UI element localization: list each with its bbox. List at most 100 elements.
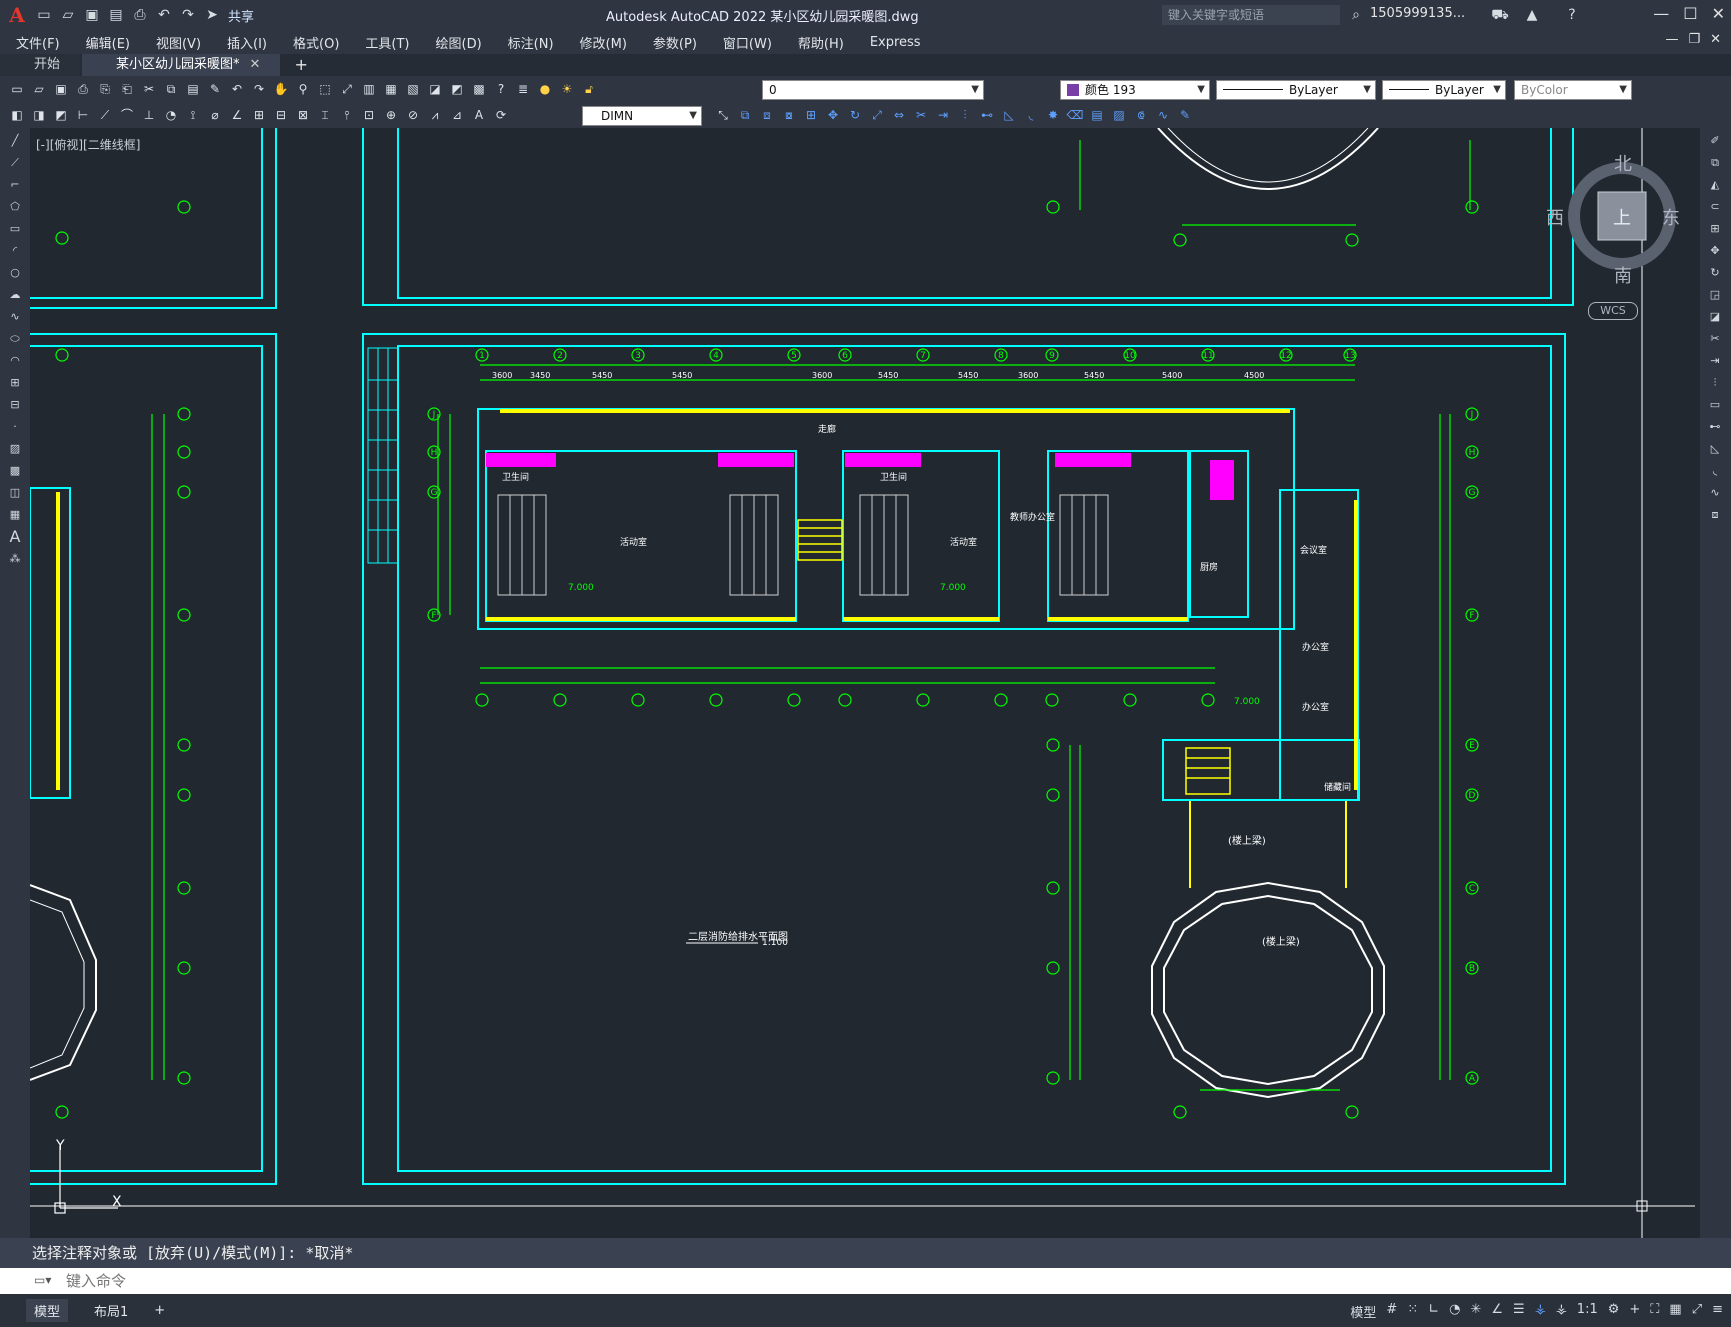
move-icon[interactable]: ✥ xyxy=(824,106,842,124)
minimize-button[interactable]: — xyxy=(1653,4,1669,23)
mirror-icon[interactable]: ⧈ xyxy=(758,106,776,124)
copy-obj-icon[interactable]: ⧉ xyxy=(736,106,754,124)
restore-button[interactable]: ☐ xyxy=(1683,4,1697,23)
dimstyle-dropdown[interactable]: DIMN ▼ xyxy=(582,106,702,126)
polygon-icon[interactable]: ⬠ xyxy=(6,198,24,216)
add-layout-button[interactable]: + xyxy=(154,1303,165,1318)
arc-length-icon[interactable]: ⌒ xyxy=(118,106,136,124)
color-dropdown[interactable]: 颜色 193 ▼ xyxy=(1060,80,1210,100)
offset-icon[interactable]: ⊂ xyxy=(1706,198,1724,216)
command-input[interactable]: 键入命令 xyxy=(0,1268,1731,1294)
revcloud-icon[interactable]: ☁ xyxy=(6,286,24,304)
share-button[interactable]: 共享 xyxy=(228,6,254,25)
zoom-window-icon[interactable]: ⬚ xyxy=(316,80,334,98)
rotate-icon[interactable]: ↻ xyxy=(1706,264,1724,282)
user-account[interactable]: 1505999135... xyxy=(1370,6,1465,21)
redo-icon[interactable]: ↷ xyxy=(250,80,268,98)
annotation-scale[interactable]: 1:1 xyxy=(1577,1302,1598,1321)
plot-icon[interactable]: ⎙ xyxy=(131,6,149,24)
undo-icon[interactable]: ↶ xyxy=(228,80,246,98)
viewcube[interactable]: 北 南 东 西 上 xyxy=(1546,152,1682,287)
compass-west[interactable]: 西 xyxy=(1546,204,1564,230)
menu-express[interactable]: Express xyxy=(870,35,921,50)
auto-scale-icon[interactable]: ⚶ xyxy=(1556,1302,1567,1321)
open-file-icon[interactable]: ▱ xyxy=(59,6,77,24)
dim-edit-icon[interactable]: ⊿ xyxy=(448,106,466,124)
linear-dim-icon[interactable]: ⊢ xyxy=(74,106,92,124)
snap-icon[interactable]: ⁙ xyxy=(1407,1302,1418,1321)
viewcube-top-face[interactable]: 上 xyxy=(1613,204,1631,230)
array-icon[interactable]: ⊞ xyxy=(802,106,820,124)
dimstyle-icon[interactable]: ⤡ xyxy=(714,106,732,124)
help-icon[interactable]: ? xyxy=(1563,6,1581,24)
compass-east[interactable]: 东 xyxy=(1662,204,1680,230)
edit-spline-icon[interactable]: ∿ xyxy=(1154,106,1172,124)
design-center-icon[interactable]: ▦ xyxy=(382,80,400,98)
explode-icon[interactable]: ⧈ xyxy=(1706,506,1724,524)
zoom-prev-icon[interactable]: ⤢ xyxy=(338,80,356,98)
break-point-icon[interactable]: ⫶ xyxy=(1706,374,1724,392)
plot-icon[interactable]: ⎙ xyxy=(74,80,92,98)
join-icon[interactable]: ⊷ xyxy=(1706,418,1724,436)
dim-break-icon[interactable]: ⫯ xyxy=(338,106,356,124)
layer-dropdown[interactable]: 0 ▼ xyxy=(762,80,984,100)
zoom-realtime-icon[interactable]: ⚲ xyxy=(294,80,312,98)
properties-icon[interactable]: ▥ xyxy=(360,80,378,98)
tab-close-icon[interactable]: ✕ xyxy=(250,57,261,72)
qnew-icon[interactable]: ▭ xyxy=(8,80,26,98)
new-file-icon[interactable]: ▭ xyxy=(35,6,53,24)
menu-insert[interactable]: 插入(I) xyxy=(227,33,267,52)
linetype-dropdown[interactable]: ByLayer ▼ xyxy=(1216,80,1376,100)
jogged-dim-icon[interactable]: ⟟ xyxy=(184,106,202,124)
add-selected-icon[interactable]: ⁂ xyxy=(6,550,24,568)
wcs-menu[interactable]: WCS xyxy=(1588,302,1638,320)
doc-restore-button[interactable]: ❐ xyxy=(1688,32,1700,47)
rotate-icon[interactable]: ↻ xyxy=(846,106,864,124)
osnap-icon[interactable]: ✳ xyxy=(1470,1302,1481,1321)
publish-icon[interactable]: ⎗ xyxy=(118,80,136,98)
stretch-icon[interactable]: ◪ xyxy=(1706,308,1724,326)
diameter-dim-icon[interactable]: ⌀ xyxy=(206,106,224,124)
point-icon[interactable]: · xyxy=(6,418,24,436)
break-icon[interactable]: ⫶ xyxy=(956,106,974,124)
lineweight-dropdown[interactable]: ByLayer ▼ xyxy=(1382,80,1506,100)
chamfer-icon[interactable]: ◺ xyxy=(1000,106,1018,124)
search-input[interactable]: 键入关键字或短语 xyxy=(1162,5,1340,25)
edit-hatch-icon[interactable]: ▨ xyxy=(1110,106,1128,124)
units-icon[interactable]: ⛶ xyxy=(1650,1302,1659,1321)
jog-line-icon[interactable]: ⩘ xyxy=(426,106,444,124)
plot-preview-icon[interactable]: ⎘ xyxy=(96,80,114,98)
edit-polyline-icon[interactable]: ⟃ xyxy=(1132,106,1150,124)
trim-icon[interactable]: ✂ xyxy=(1706,330,1724,348)
command-prompt-icon[interactable]: ▭▾ xyxy=(34,1273,51,1287)
chamfer-icon[interactable]: ◺ xyxy=(1706,440,1724,458)
fillet-icon[interactable]: ◟ xyxy=(1022,106,1040,124)
scale-icon[interactable]: ◲ xyxy=(1706,286,1724,304)
polar-icon[interactable]: ◔ xyxy=(1449,1302,1460,1321)
plus-icon[interactable]: + xyxy=(1629,1302,1640,1321)
ellipse-arc-icon[interactable]: ◠ xyxy=(6,352,24,370)
menu-draw[interactable]: 绘图(D) xyxy=(436,33,482,52)
autodesk-app-icon[interactable]: ▲ xyxy=(1523,6,1541,24)
copy-icon[interactable]: ⧉ xyxy=(162,80,180,98)
menu-modify[interactable]: 修改(M) xyxy=(580,33,627,52)
compass-south[interactable]: 南 xyxy=(1614,262,1632,288)
mirror-icon[interactable]: ◭ xyxy=(1706,176,1724,194)
inspect-icon[interactable]: ⊘ xyxy=(404,106,422,124)
cart-icon[interactable]: ⛟ xyxy=(1491,6,1509,24)
region-icon[interactable]: ◫ xyxy=(6,484,24,502)
tolerance-icon[interactable]: ⊡ xyxy=(360,106,378,124)
blend-icon[interactable]: ∿ xyxy=(1706,484,1724,502)
annotation-visibility-icon[interactable]: ⚶ xyxy=(1535,1302,1546,1321)
dim-space-icon[interactable]: ⌶ xyxy=(316,106,334,124)
doc-close-button[interactable]: ✕ xyxy=(1710,32,1721,47)
rectangle-icon[interactable]: ▭ xyxy=(6,220,24,238)
arc-icon[interactable]: ◜ xyxy=(6,242,24,260)
extend-icon[interactable]: ⇥ xyxy=(1706,352,1724,370)
make-block-icon[interactable]: ⊟ xyxy=(6,396,24,414)
model-space-button[interactable]: 模型 xyxy=(1350,1302,1376,1321)
app-logo[interactable]: A xyxy=(4,2,30,28)
stretch-icon[interactable]: ⇔ xyxy=(890,106,908,124)
menu-view[interactable]: 视图(V) xyxy=(156,33,201,52)
tab-model[interactable]: 模型 xyxy=(26,1299,69,1322)
